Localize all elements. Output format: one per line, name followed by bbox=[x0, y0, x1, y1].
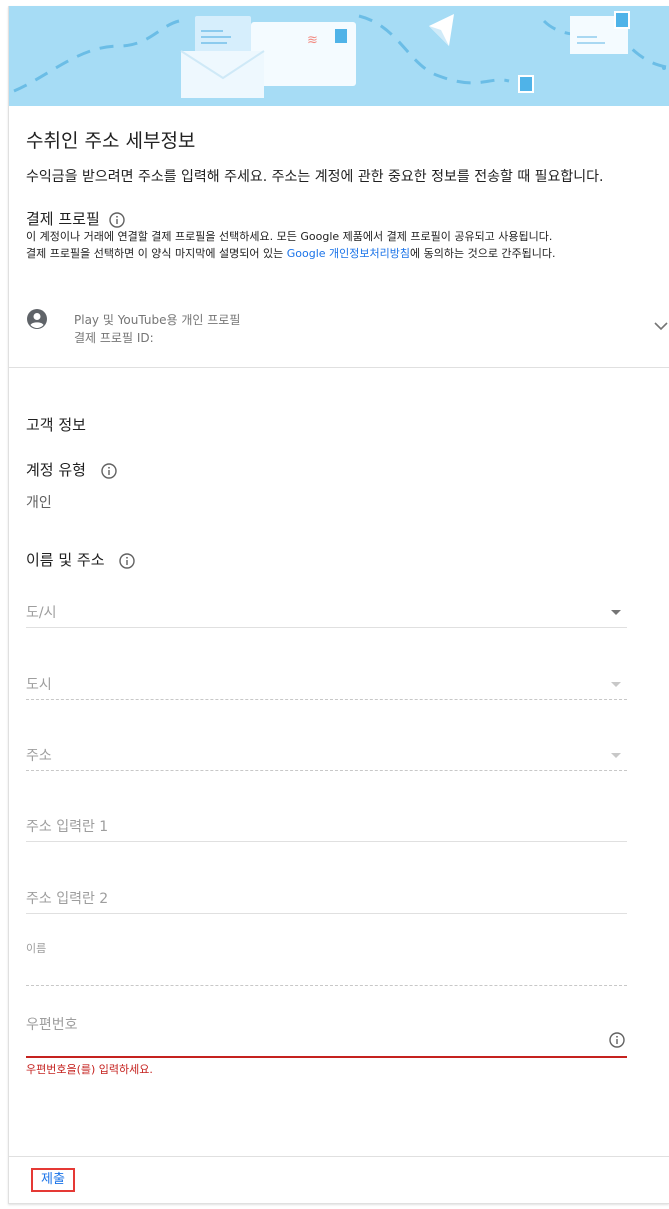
desc-suffix: 에 동의하는 것으로 간주됩니다. bbox=[409, 247, 556, 260]
address-line1-label: 주소 입력란 1 bbox=[26, 819, 109, 835]
postal-code-input[interactable]: 우편번호 bbox=[26, 1011, 627, 1061]
name-input[interactable]: 이름 bbox=[26, 936, 627, 986]
payment-profile-selector[interactable]: Play 및 YouTube용 개인 프로필 결제 프로필 ID: bbox=[9, 296, 669, 368]
dropdown-arrow-icon bbox=[611, 682, 621, 687]
payment-profile-heading-text: 결제 프로필 bbox=[26, 210, 100, 228]
postal-code-label: 우편번호 bbox=[26, 1017, 78, 1033]
address-select[interactable]: 주소 bbox=[26, 739, 627, 771]
name-address-label: 이름 및 주소 bbox=[26, 551, 105, 569]
info-icon[interactable] bbox=[108, 211, 125, 228]
info-icon[interactable] bbox=[609, 1032, 625, 1052]
dropdown-arrow-icon bbox=[611, 610, 621, 615]
city-select[interactable]: 도시 bbox=[26, 668, 627, 700]
name-address-heading: 이름 및 주소 bbox=[26, 549, 136, 570]
postal-code-error: 우편번호을(를) 입력하세요. bbox=[26, 1063, 153, 1076]
chevron-down-icon[interactable] bbox=[654, 316, 668, 335]
info-icon[interactable] bbox=[101, 462, 117, 479]
customer-info-heading: 고객 정보 bbox=[26, 416, 86, 434]
province-select[interactable]: 도/시 bbox=[26, 596, 627, 628]
payment-profile-description: 이 계정이나 거래에 연결할 결제 프로필을 선택하세요. 모든 Google … bbox=[26, 228, 556, 262]
account-circle-icon bbox=[26, 308, 48, 334]
privacy-policy-link[interactable]: Google 개인정보처리방침 bbox=[287, 247, 410, 260]
payment-profile-desc-line2: 결제 프로필을 선택하면 이 양식 마지막에 설명되어 있는 Google 개인… bbox=[26, 245, 556, 262]
page-title: 수취인 주소 세부정보 bbox=[26, 130, 196, 152]
address-line2-input[interactable]: 주소 입력란 2 bbox=[26, 882, 627, 914]
account-type-value: 개인 bbox=[26, 495, 52, 511]
info-icon[interactable] bbox=[119, 552, 136, 569]
account-type-label: 계정 유형 bbox=[26, 461, 86, 479]
payment-profile-desc-line1: 이 계정이나 거래에 연결할 결제 프로필을 선택하세요. 모든 Google … bbox=[26, 230, 553, 243]
address-line2-label: 주소 입력란 2 bbox=[26, 891, 109, 907]
svg-text:≋: ≋ bbox=[307, 33, 318, 48]
payment-profile-heading: 결제 프로필 bbox=[26, 208, 125, 229]
account-type-heading: 계정 유형 bbox=[26, 459, 117, 480]
address-line1-input[interactable]: 주소 입력란 1 bbox=[26, 810, 627, 842]
desc-prefix: 결제 프로필을 선택하면 이 양식 마지막에 설명되어 있는 bbox=[26, 247, 287, 260]
city-label: 도시 bbox=[26, 677, 52, 693]
dropdown-arrow-icon bbox=[611, 753, 621, 758]
footer-divider bbox=[9, 1156, 669, 1157]
submit-button[interactable]: 제출 bbox=[31, 1168, 75, 1192]
page-subtitle: 수익금을 받으려면 주소를 입력해 주세요. 주소는 계정에 관한 중요한 정보… bbox=[26, 169, 604, 185]
form-card: ≋ 수취인 주소 세부정보 수익금을 받으려면 주소를 입력해 주세요. 주소는… bbox=[8, 6, 669, 1204]
province-label: 도/시 bbox=[26, 605, 57, 621]
profile-name: Play 및 YouTube용 개인 프로필 bbox=[74, 313, 241, 327]
address-label: 주소 bbox=[26, 748, 52, 764]
name-label: 이름 bbox=[26, 942, 47, 955]
header-banner-illustration: ≋ bbox=[9, 6, 669, 106]
profile-id-label: 결제 프로필 ID: bbox=[74, 331, 154, 345]
